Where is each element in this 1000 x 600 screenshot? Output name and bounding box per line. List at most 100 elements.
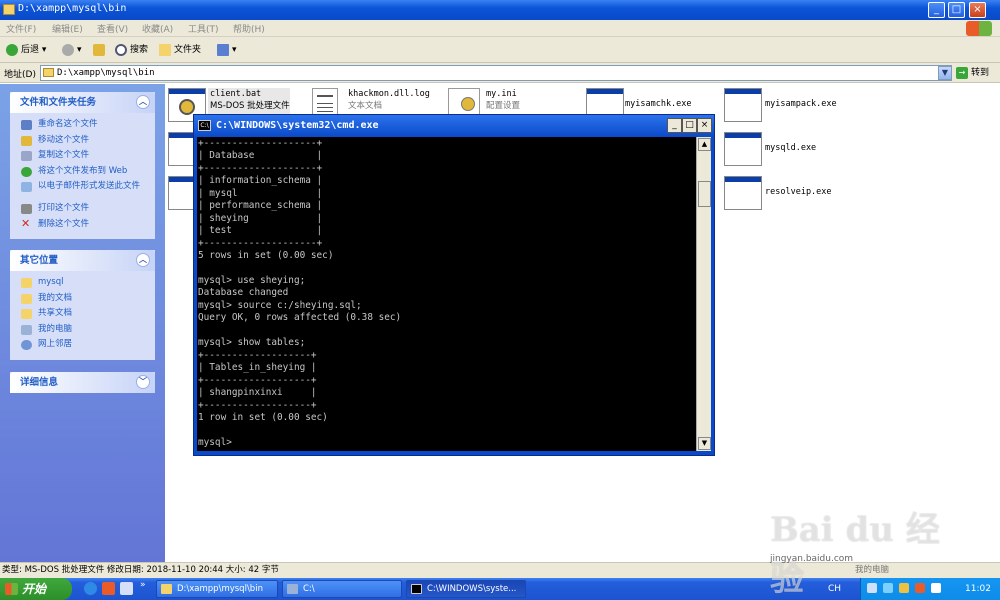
place-shared-documents[interactable]: 共享文档 (10, 306, 155, 322)
address-input[interactable]: D:\xampp\mysql\bin (40, 65, 952, 81)
close-button[interactable]: × (969, 2, 986, 18)
file-name: client.bat (210, 89, 262, 99)
task-delete[interactable]: ✕ 删除这个文件 (10, 217, 155, 233)
search-button[interactable]: 搜索 (115, 42, 148, 58)
documents-folder-icon (21, 293, 32, 304)
file-type: MS-DOS 批处理文件 (210, 101, 290, 111)
toolbar: 后退 ▾ ▾ 搜索 文件夹 ▾ (0, 37, 1000, 63)
expand-icon[interactable]: ﹀ (136, 375, 150, 389)
task-c-drive[interactable]: C:\ (282, 580, 402, 598)
up-folder-icon (93, 43, 105, 56)
file-type: 文本文档 (348, 101, 383, 111)
file-name[interactable]: khackmon.dll.log (348, 89, 430, 99)
folder-icon (3, 4, 15, 15)
email-icon (21, 182, 32, 193)
cmd-minimize-button[interactable]: _ (667, 118, 682, 133)
baidu-watermark: Bai du 经验 jingyan.baidu.com (770, 490, 960, 599)
forward-button[interactable]: ▾ (62, 42, 82, 58)
place-mysql[interactable]: mysql (10, 275, 155, 291)
file-name[interactable]: myisampack.exe (765, 99, 837, 109)
other-places-panel: 其它位置 ︿ mysql 我的文档 共享文档 我的电脑 网上邻居 (10, 250, 155, 360)
cmd-scrollbar[interactable]: ▲ ▼ (696, 137, 711, 451)
exe-file-icon[interactable] (724, 132, 762, 166)
exe-file-icon[interactable] (168, 176, 194, 210)
scroll-up-button[interactable]: ▲ (698, 138, 711, 151)
forward-arrow-icon (62, 43, 74, 56)
left-task-pane: 文件和文件夹任务 ︿ 重命名这个文件 移动这个文件 复制这个文件 将这个文件发布到… (0, 84, 165, 562)
quick-launch-more[interactable]: » (140, 580, 146, 590)
drive-icon (287, 584, 298, 594)
task-move[interactable]: 移动这个文件 (10, 133, 155, 149)
quick-launch-icon[interactable] (102, 582, 115, 595)
ie-icon[interactable] (84, 582, 97, 595)
minimize-button[interactable]: _ (928, 2, 945, 18)
details-header[interactable]: 详细信息 ﹀ (10, 372, 155, 393)
console-output[interactable]: +--------------------+ | Database | +---… (197, 137, 696, 451)
folder-icon (161, 584, 172, 594)
cmd-window[interactable]: C:\ C:\WINDOWS\system32\cmd.exe _ □ × +-… (193, 114, 715, 456)
address-folder-icon (43, 68, 54, 77)
cmd-title-bar[interactable]: C:\ C:\WINDOWS\system32\cmd.exe _ □ × (194, 115, 714, 137)
collapse-icon[interactable]: ︿ (136, 253, 150, 267)
exe-file-icon[interactable] (724, 88, 762, 122)
place-network[interactable]: 网上邻居 (10, 337, 155, 353)
console-text: +--------------------+ | Database | +---… (198, 138, 402, 448)
window-title-bar[interactable]: D:\xampp\mysql\bin _ □ × (0, 0, 1000, 20)
collapse-icon[interactable]: ︿ (136, 95, 150, 109)
file-name[interactable]: myisamchk.exe (625, 99, 692, 109)
place-my-documents[interactable]: 我的文档 (10, 291, 155, 307)
move-icon (21, 135, 32, 146)
file-name[interactable]: mysqld.exe (765, 143, 816, 153)
window-title: D:\xampp\mysql\bin (18, 3, 127, 14)
address-bar: 地址(D) D:\xampp\mysql\bin ▼ → 转到 (0, 63, 1000, 83)
rename-icon (21, 120, 32, 130)
task-publish-web[interactable]: 将这个文件发布到 Web (10, 164, 155, 180)
menu-view[interactable]: 查看(V) (97, 22, 128, 35)
cmd-icon: C:\ (198, 120, 211, 131)
file-tasks-header[interactable]: 文件和文件夹任务 ︿ (10, 92, 155, 113)
go-button[interactable]: → 转到 (956, 65, 998, 81)
task-copy[interactable]: 复制这个文件 (10, 148, 155, 164)
address-label: 地址(D) (4, 70, 36, 80)
cmd-icon (411, 584, 422, 594)
exe-file-icon[interactable] (168, 132, 194, 166)
scroll-thumb[interactable] (698, 181, 711, 207)
menu-help[interactable]: 帮助(H) (233, 22, 265, 35)
quick-launch-icon[interactable] (120, 582, 133, 595)
views-button[interactable]: ▾ (217, 42, 237, 58)
menu-file[interactable]: 文件(F) (6, 22, 36, 35)
folder-icon (21, 278, 32, 288)
cmd-close-button[interactable]: × (697, 118, 712, 133)
copy-icon (21, 151, 32, 162)
ini-file-icon[interactable] (448, 88, 480, 116)
file-name[interactable]: my.ini (486, 89, 517, 99)
status-text: 类型: MS-DOS 批处理文件 修改日期: 2018-11-10 20:44 … (2, 565, 279, 575)
menu-tools[interactable]: 工具(T) (188, 22, 219, 35)
other-places-header[interactable]: 其它位置 ︿ (10, 250, 155, 271)
address-dropdown-button[interactable]: ▼ (938, 66, 952, 80)
menu-edit[interactable]: 编辑(E) (52, 22, 83, 35)
scroll-down-button[interactable]: ▼ (698, 437, 711, 450)
start-button[interactable]: 开始 (0, 578, 72, 600)
task-print[interactable]: 打印这个文件 (10, 201, 155, 217)
up-folder-button[interactable] (93, 42, 108, 58)
task-rename[interactable]: 重命名这个文件 (10, 117, 155, 133)
task-explorer[interactable]: D:\xampp\mysql\bin (156, 580, 278, 598)
menu-favorites[interactable]: 收藏(A) (142, 22, 173, 35)
place-my-computer[interactable]: 我的电脑 (10, 322, 155, 338)
maximize-button[interactable]: □ (948, 2, 965, 18)
task-email[interactable]: 以电子邮件形式发送此文件 (10, 179, 155, 201)
windows-flag-icon (5, 583, 18, 595)
clock[interactable]: 11:02 (965, 578, 991, 600)
folders-button[interactable]: 文件夹 (159, 42, 201, 58)
cmd-title: C:\WINDOWS\system32\cmd.exe (216, 120, 379, 131)
network-icon (21, 340, 32, 351)
file-name[interactable]: resolveip.exe (765, 187, 832, 197)
delete-icon: ✕ (21, 216, 31, 230)
web-publish-icon (21, 166, 32, 177)
file-type: 配置设置 (486, 101, 521, 111)
task-cmd[interactable]: C:\WINDOWS\syste... (406, 580, 526, 598)
exe-file-icon[interactable] (724, 176, 762, 210)
back-button[interactable]: 后退 ▾ (6, 42, 46, 58)
cmd-maximize-button[interactable]: □ (682, 118, 697, 133)
